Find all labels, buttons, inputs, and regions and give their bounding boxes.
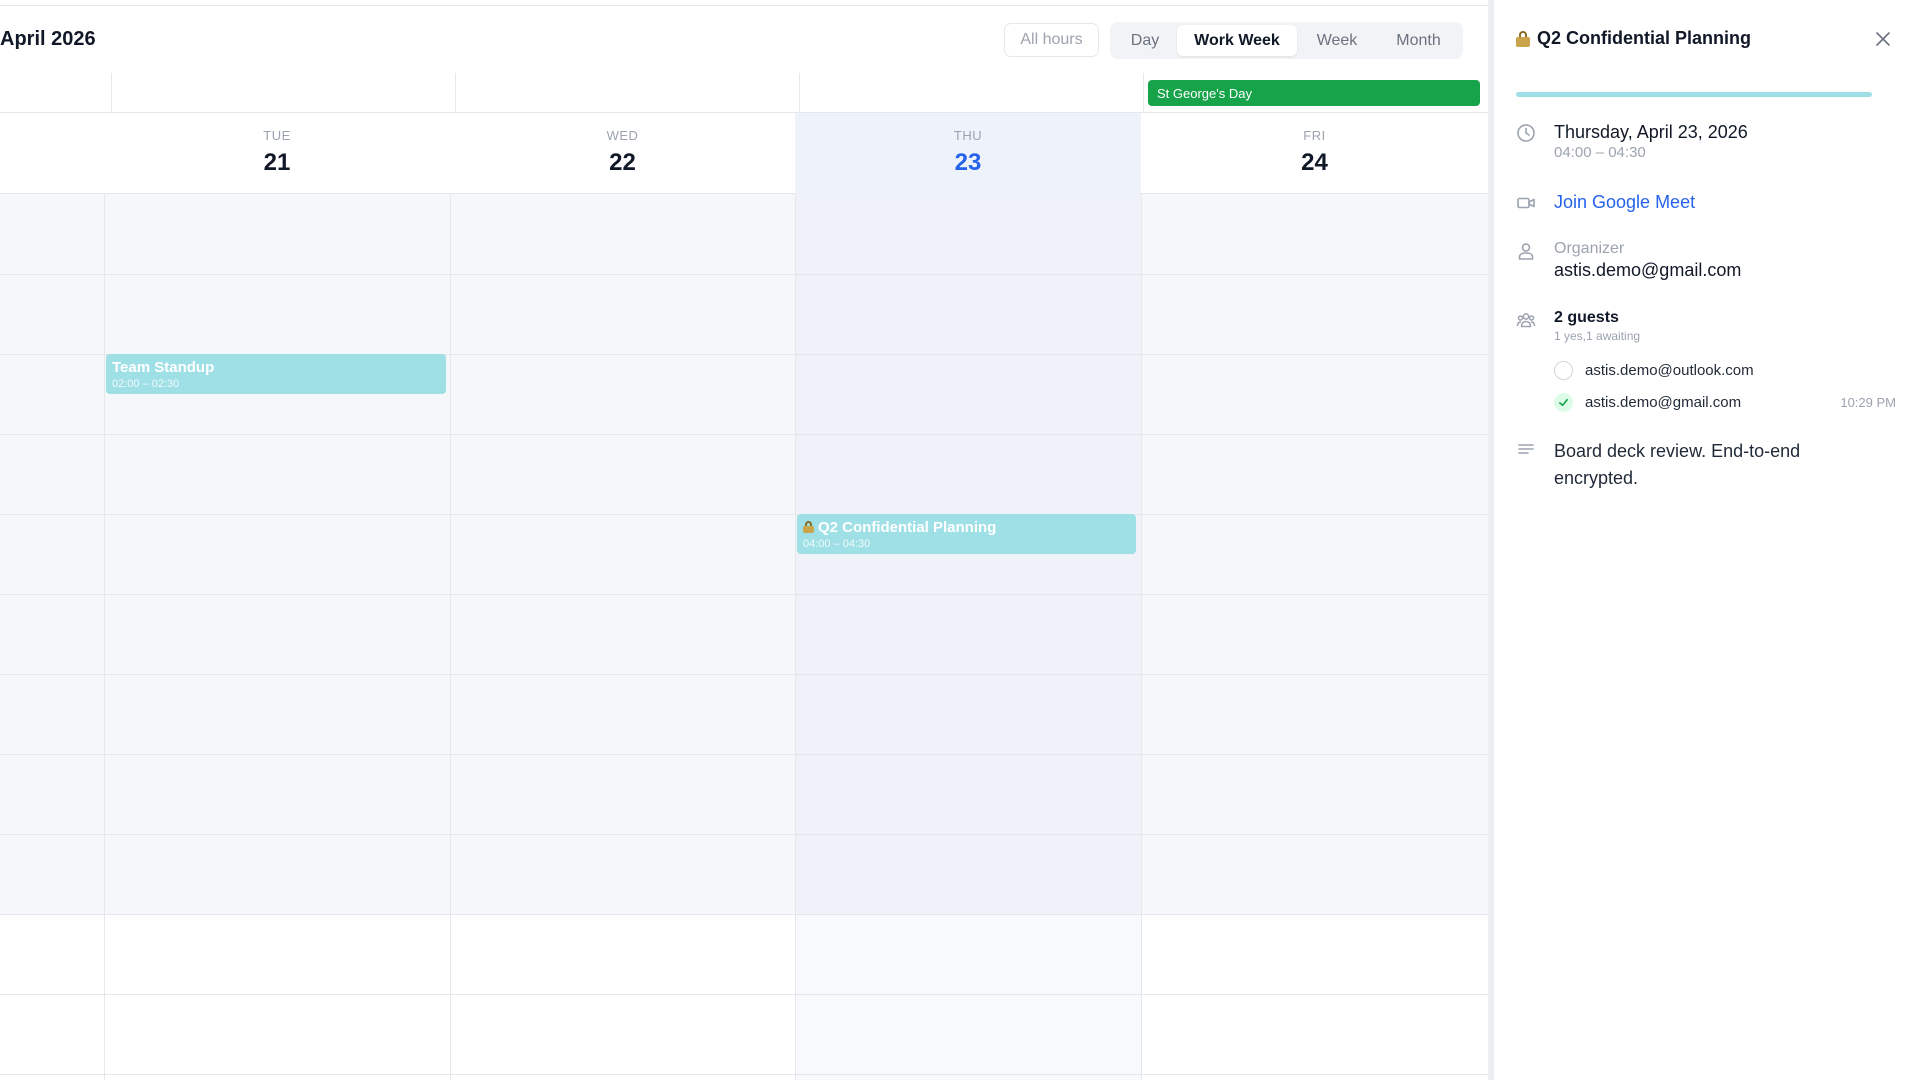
pending-status-icon bbox=[1554, 360, 1573, 380]
event-description: Board deck review. End-to-end encrypted. bbox=[1554, 441, 1801, 488]
all-day-row: St George's Day bbox=[0, 73, 1488, 113]
hour-line bbox=[0, 754, 1488, 755]
event-title: Team Standup bbox=[112, 359, 215, 376]
hour-line bbox=[0, 834, 1488, 835]
day-of-week: FRI bbox=[1303, 128, 1326, 143]
event-title: Q2 Confidential Planning bbox=[818, 519, 997, 536]
event-team-standup[interactable]: Team Standup 02:00 – 02:30 bbox=[106, 354, 446, 394]
guests-count: 2 guests bbox=[1554, 309, 1619, 326]
day-header-tue[interactable]: TUE 21 bbox=[104, 113, 450, 194]
view-week-button[interactable]: Week bbox=[1297, 25, 1377, 56]
lock-icon bbox=[1516, 30, 1530, 47]
calendar-header: April 2026 All hours Day Work Week Week … bbox=[0, 6, 1488, 73]
day-of-week: TUE bbox=[263, 128, 291, 143]
lock-icon bbox=[803, 521, 814, 533]
clock-icon bbox=[1517, 124, 1535, 142]
guests-summary: 1 yes,1 awaiting bbox=[1554, 329, 1641, 343]
event-date: Thursday, April 23, 2026 bbox=[1554, 122, 1748, 142]
all-day-event-st-georges-day[interactable]: St George's Day bbox=[1148, 80, 1480, 106]
guest-item[interactable]: astis.demo@gmail.com 10:29 PM bbox=[1554, 390, 1896, 414]
day-number: 22 bbox=[609, 149, 636, 176]
month-title: April 2026 bbox=[0, 28, 96, 50]
event-color-bar bbox=[1516, 92, 1872, 97]
hour-line bbox=[0, 594, 1488, 595]
hour-line bbox=[0, 1074, 1488, 1075]
event-q2-confidential-planning[interactable]: Q2 Confidential Planning 04:00 – 04:30 bbox=[797, 514, 1136, 554]
guest-email: astis.demo@gmail.com bbox=[1585, 393, 1742, 411]
day-header-fri[interactable]: FRI 24 bbox=[1141, 113, 1488, 194]
hour-line bbox=[0, 994, 1488, 995]
day-of-week: THU bbox=[953, 128, 983, 143]
day-header-thu[interactable]: THU 23 bbox=[795, 113, 1141, 194]
event-time: 04:00 – 04:30 bbox=[803, 538, 871, 550]
day-of-week: WED bbox=[606, 128, 639, 143]
guest-email: astis.demo@outlook.com bbox=[1585, 361, 1754, 379]
text-lines-icon bbox=[1518, 444, 1534, 454]
day-header-wed[interactable]: WED 22 bbox=[450, 113, 795, 194]
day-column-thu[interactable] bbox=[795, 194, 1141, 1080]
day-column-tue[interactable] bbox=[104, 194, 450, 1080]
guest-item[interactable]: astis.demo@outlook.com bbox=[1554, 358, 1896, 382]
hour-line bbox=[0, 674, 1488, 675]
organizer-email: astis.demo@gmail.com bbox=[1554, 260, 1742, 280]
day-number: 24 bbox=[1301, 149, 1328, 176]
day-column-mon[interactable] bbox=[0, 194, 104, 1080]
video-camera-icon bbox=[1517, 197, 1535, 209]
event-time-range: 04:00 – 04:30 bbox=[1554, 144, 1646, 161]
close-button[interactable] bbox=[1870, 26, 1896, 52]
hour-line bbox=[0, 274, 1488, 275]
hour-line bbox=[0, 914, 1488, 915]
panel-title: Q2 Confidential Planning bbox=[1537, 28, 1752, 48]
day-column-fri[interactable] bbox=[1141, 194, 1488, 1080]
view-work-week-button[interactable]: Work Week bbox=[1177, 25, 1297, 56]
day-column-wed[interactable] bbox=[450, 194, 795, 1080]
view-switcher: Day Work Week Week Month bbox=[1110, 22, 1463, 59]
group-icon bbox=[1516, 313, 1536, 328]
hour-line bbox=[0, 514, 1488, 515]
day-number: 21 bbox=[263, 149, 291, 176]
time-grid: Team Standup 02:00 – 02:30 Q2 Confidenti… bbox=[0, 194, 1488, 1080]
day-number: 23 bbox=[954, 149, 982, 176]
event-time: 02:00 – 02:30 bbox=[112, 378, 180, 390]
accepted-check-icon bbox=[1554, 392, 1573, 412]
person-icon bbox=[1518, 243, 1534, 260]
guest-response-time: 10:29 PM bbox=[1840, 394, 1896, 410]
join-meet-link[interactable]: Join Google Meet bbox=[1554, 191, 1695, 213]
all-hours-button[interactable]: All hours bbox=[1004, 23, 1099, 57]
organizer-label: Organizer bbox=[1554, 240, 1625, 257]
close-icon bbox=[1876, 32, 1890, 46]
day-header-row: TUE 21 WED 22 THU 23 FRI 24 bbox=[0, 113, 1488, 194]
view-month-button[interactable]: Month bbox=[1377, 25, 1460, 56]
event-details-panel: Q2 Confidential Planning Thursday, April… bbox=[1494, 0, 1920, 1080]
hour-line bbox=[0, 434, 1488, 435]
view-day-button[interactable]: Day bbox=[1113, 25, 1177, 56]
